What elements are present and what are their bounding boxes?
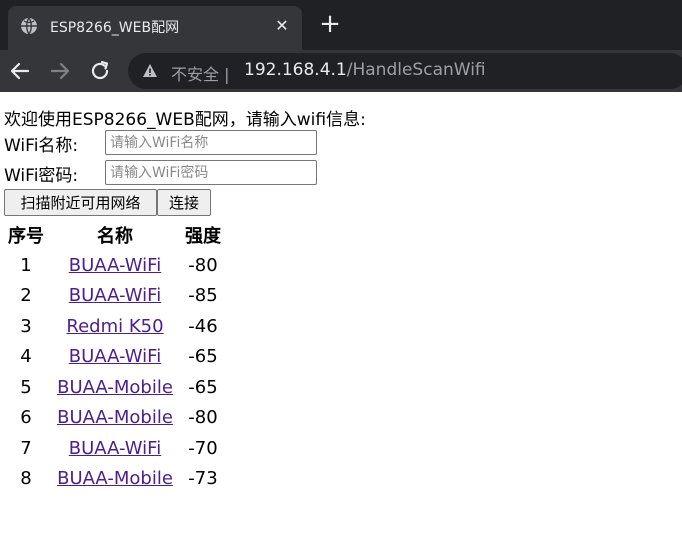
row-name-cell: BUAA-WiFi [49, 434, 181, 463]
row-no: 1 [20, 254, 32, 276]
row-name-cell: BUAA-WiFi [49, 282, 181, 311]
connect-button[interactable]: 连接 [157, 189, 211, 216]
info-icon[interactable] [142, 63, 158, 79]
table-row: 1 BUAA-WiFi -80 [5, 251, 223, 280]
url-path: /HandleScanWifi [346, 60, 486, 80]
network-link[interactable]: BUAA-WiFi [69, 255, 161, 276]
header-rssi: 强度 [185, 226, 221, 247]
url-host: 192.168.4.1 [244, 60, 347, 80]
password-input[interactable] [105, 160, 317, 185]
row-rssi: -65 [188, 376, 218, 398]
scan-networks-button[interactable]: 扫描附近可用网络 [4, 189, 157, 216]
network-link[interactable]: BUAA-Mobile [57, 468, 173, 489]
row-no: 5 [20, 376, 32, 398]
row-rssi: -80 [188, 254, 218, 276]
table-row: 7 BUAA-WiFi -70 [5, 434, 223, 463]
network-link[interactable]: BUAA-Mobile [57, 407, 173, 428]
row-no: 7 [20, 437, 32, 459]
tab-title: ESP8266_WEB配网 [50, 20, 180, 36]
table-row: 4 BUAA-WiFi -65 [5, 343, 223, 372]
row-rssi: -65 [188, 346, 218, 368]
ssid-label: WiFi名称: [4, 136, 79, 156]
tab-strip: ESP8266_WEB配网 ✕ + [0, 0, 682, 50]
row-rssi: -73 [188, 468, 218, 490]
greeting-text: 欢迎使用ESP8266_WEB配网，请输入wifi信息: [4, 110, 366, 130]
row-rssi: -85 [188, 285, 218, 307]
back-arrow-icon[interactable] [6, 57, 34, 85]
table-row: 6 BUAA-Mobile -80 [5, 404, 223, 433]
header-no: 序号 [8, 226, 44, 247]
password-label: WiFi密码: [4, 166, 79, 186]
table-header-row: 序号 名称 强度 [5, 221, 223, 249]
page-content: 欢迎使用ESP8266_WEB配网，请输入wifi信息: WiFi名称: WiF… [0, 92, 682, 553]
row-name-cell: BUAA-Mobile [49, 465, 181, 494]
network-link[interactable]: BUAA-WiFi [69, 285, 161, 306]
row-rssi: -46 [188, 315, 218, 337]
new-tab-button[interactable]: + [316, 10, 344, 38]
header-name: 名称 [97, 226, 133, 247]
wifi-table: 序号 名称 强度 1 BUAA-WiFi -80 2 BUAA-WiFi -85… [3, 219, 225, 495]
network-link[interactable]: BUAA-WiFi [69, 438, 161, 459]
row-no: 2 [20, 285, 32, 307]
row-name-cell: BUAA-WiFi [49, 251, 181, 280]
browser-tab[interactable]: ESP8266_WEB配网 ✕ [8, 6, 302, 50]
table-row: 3 Redmi K50 -46 [5, 312, 223, 341]
reload-icon[interactable] [86, 57, 114, 85]
row-rssi: -70 [188, 437, 218, 459]
security-label[interactable]: 不安全 | [171, 61, 229, 85]
row-no: 3 [20, 315, 32, 337]
url-text[interactable]: 192.168.4.1/HandleScanWifi [244, 60, 486, 80]
row-no: 6 [20, 407, 32, 429]
close-tab-icon[interactable]: ✕ [270, 14, 294, 38]
table-row: 2 BUAA-WiFi -85 [5, 282, 223, 311]
network-link[interactable]: BUAA-Mobile [57, 377, 173, 398]
row-no: 4 [20, 346, 32, 368]
ssid-input[interactable] [105, 130, 317, 155]
row-no: 8 [20, 468, 32, 490]
browser-toolbar: 不安全 | 192.168.4.1/HandleScanWifi [0, 50, 682, 92]
row-name-cell: BUAA-Mobile [49, 404, 181, 433]
table-row: 8 BUAA-Mobile -73 [5, 465, 223, 494]
forward-arrow-icon[interactable] [46, 57, 74, 85]
network-link[interactable]: BUAA-WiFi [69, 346, 161, 367]
address-bar[interactable]: 不安全 | 192.168.4.1/HandleScanWifi [128, 53, 682, 89]
row-rssi: -80 [188, 407, 218, 429]
globe-icon [20, 17, 38, 35]
row-name-cell: Redmi K50 [49, 312, 181, 341]
table-row: 5 BUAA-Mobile -65 [5, 373, 223, 402]
row-name-cell: BUAA-Mobile [49, 373, 181, 402]
network-link[interactable]: Redmi K50 [66, 316, 163, 337]
row-name-cell: BUAA-WiFi [49, 343, 181, 372]
